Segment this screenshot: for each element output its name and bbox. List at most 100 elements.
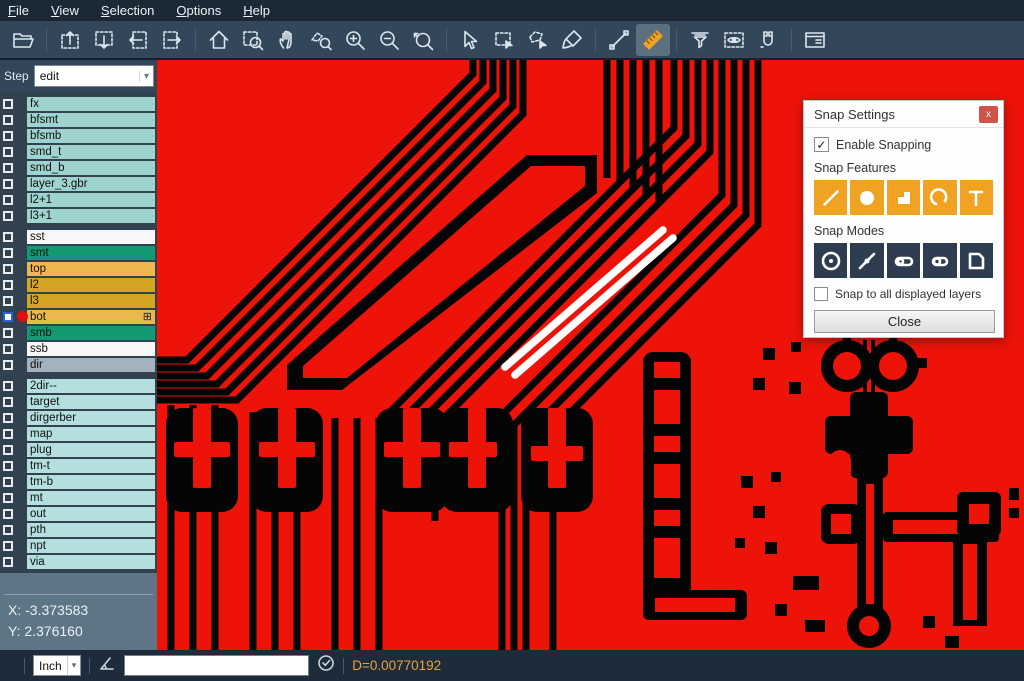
layer-color-band[interactable]: l3+1 ⊞ bbox=[27, 209, 155, 223]
snap-pad-button[interactable] bbox=[887, 180, 920, 215]
layer-visibility-checkbox[interactable] bbox=[3, 445, 13, 455]
snap-center-button[interactable] bbox=[814, 243, 847, 278]
pan-left-button[interactable] bbox=[121, 24, 155, 56]
layer-row[interactable]: l2+1 ⊞ bbox=[0, 192, 157, 207]
layer-visibility-checkbox[interactable] bbox=[3, 248, 13, 258]
layer-visibility-checkbox[interactable] bbox=[3, 397, 13, 407]
layer-color-band[interactable]: via ⊞ bbox=[27, 555, 155, 569]
layer-visibility-checkbox[interactable] bbox=[3, 381, 13, 391]
layer-visibility-checkbox[interactable] bbox=[3, 493, 13, 503]
layer-color-band[interactable]: map ⊞ bbox=[27, 427, 155, 441]
view-options-button[interactable] bbox=[717, 24, 751, 56]
layer-row[interactable]: l2 ⊞ bbox=[0, 277, 157, 292]
layer-visibility-checkbox[interactable] bbox=[3, 296, 13, 306]
zoom-window-button[interactable] bbox=[236, 24, 270, 56]
layer-visibility-checkbox[interactable] bbox=[3, 461, 13, 471]
filter-button[interactable] bbox=[683, 24, 717, 56]
measure-distance-button[interactable] bbox=[602, 24, 636, 56]
snap-arc-button[interactable] bbox=[923, 180, 956, 215]
layer-color-band[interactable]: smd_b ⊞ bbox=[27, 161, 155, 175]
open-folder-button[interactable] bbox=[6, 24, 40, 56]
layer-color-band[interactable]: target ⊞ bbox=[27, 395, 155, 409]
layer-visibility-checkbox[interactable] bbox=[3, 280, 13, 290]
layer-row[interactable]: via ⊞ bbox=[0, 554, 157, 569]
menu-item[interactable]: Selection bbox=[101, 3, 154, 18]
layer-color-band[interactable]: l2 ⊞ bbox=[27, 278, 155, 292]
snap-outline-button[interactable] bbox=[960, 243, 993, 278]
layer-row[interactable]: bot ⊞ bbox=[0, 309, 157, 324]
layer-color-band[interactable]: smb ⊞ bbox=[27, 326, 155, 340]
menu-item[interactable]: View bbox=[51, 3, 79, 18]
layer-row[interactable]: pth ⊞ bbox=[0, 522, 157, 537]
layer-visibility-checkbox[interactable] bbox=[3, 509, 13, 519]
layer-visibility-checkbox[interactable] bbox=[3, 477, 13, 487]
layer-visibility-checkbox[interactable] bbox=[3, 264, 13, 274]
select-polygon-button[interactable] bbox=[521, 24, 555, 56]
layer-color-band[interactable]: l2+1 ⊞ bbox=[27, 193, 155, 207]
layer-row[interactable]: smt ⊞ bbox=[0, 245, 157, 260]
layer-row[interactable]: top ⊞ bbox=[0, 261, 157, 276]
unit-select[interactable]: Inch ▾ bbox=[33, 655, 81, 676]
layer-row[interactable]: smd_t ⊞ bbox=[0, 144, 157, 159]
layer-row[interactable]: layer_3.gbr ⊞ bbox=[0, 176, 157, 191]
layer-color-band[interactable]: layer_3.gbr ⊞ bbox=[27, 177, 155, 191]
layer-visibility-checkbox[interactable] bbox=[3, 179, 13, 189]
apply-button[interactable] bbox=[317, 654, 335, 677]
layer-color-band[interactable]: out ⊞ bbox=[27, 507, 155, 521]
angle-mode-button[interactable] bbox=[98, 654, 116, 677]
zoom-previous-button[interactable] bbox=[406, 24, 440, 56]
zoom-in-button[interactable] bbox=[338, 24, 372, 56]
layer-color-band[interactable]: dirgerber ⊞ bbox=[27, 411, 155, 425]
snap-magnet-button[interactable] bbox=[751, 24, 785, 56]
layer-color-band[interactable]: plug ⊞ bbox=[27, 443, 155, 457]
layer-color-band[interactable]: dir ⊞ bbox=[27, 358, 155, 372]
layer-visibility-checkbox[interactable] bbox=[3, 557, 13, 567]
layer-row[interactable]: plug ⊞ bbox=[0, 442, 157, 457]
menu-item[interactable]: Help bbox=[243, 3, 270, 18]
layer-color-band[interactable]: smt ⊞ bbox=[27, 246, 155, 260]
layer-row[interactable]: map ⊞ bbox=[0, 426, 157, 441]
layer-visibility-checkbox[interactable] bbox=[3, 99, 13, 109]
layer-color-band[interactable]: bfsmb ⊞ bbox=[27, 129, 155, 143]
layer-row[interactable]: fx ⊞ bbox=[0, 96, 157, 111]
layer-row[interactable]: ssb ⊞ bbox=[0, 341, 157, 356]
layer-color-band[interactable]: pth ⊞ bbox=[27, 523, 155, 537]
layer-color-band[interactable]: l3 ⊞ bbox=[27, 294, 155, 308]
layer-color-band[interactable]: smd_t ⊞ bbox=[27, 145, 155, 159]
layer-visibility-checkbox[interactable] bbox=[3, 163, 13, 173]
layer-visibility-checkbox[interactable] bbox=[3, 211, 13, 221]
enable-snapping-checkbox[interactable]: ✓ bbox=[814, 137, 829, 152]
menu-item[interactable]: Options bbox=[176, 3, 221, 18]
select-brush-button[interactable] bbox=[555, 24, 589, 56]
pan-right-button[interactable] bbox=[155, 24, 189, 56]
snap-point-on-line-button[interactable] bbox=[850, 243, 883, 278]
layer-visibility-checkbox[interactable] bbox=[3, 344, 13, 354]
layer-color-band[interactable]: npt ⊞ bbox=[27, 539, 155, 553]
layer-visibility-checkbox[interactable] bbox=[3, 195, 13, 205]
snap-oblong-end-button[interactable] bbox=[887, 243, 920, 278]
layer-color-band[interactable]: sst ⊞ bbox=[27, 230, 155, 244]
snap-text-button[interactable] bbox=[960, 180, 993, 215]
layer-row[interactable]: smb ⊞ bbox=[0, 325, 157, 340]
snap-circle-button[interactable] bbox=[850, 180, 883, 215]
layer-row[interactable]: l3 ⊞ bbox=[0, 293, 157, 308]
layer-color-band[interactable]: 2dir-- ⊞ bbox=[27, 379, 155, 393]
layer-color-band[interactable]: bfsmt ⊞ bbox=[27, 113, 155, 127]
layer-row[interactable]: bfsmt ⊞ bbox=[0, 112, 157, 127]
layer-color-band[interactable]: tm-b ⊞ bbox=[27, 475, 155, 489]
layer-row[interactable]: tm-t ⊞ bbox=[0, 458, 157, 473]
layer-row[interactable]: bfsmb ⊞ bbox=[0, 128, 157, 143]
layer-color-band[interactable]: tm-t ⊞ bbox=[27, 459, 155, 473]
layer-visibility-checkbox[interactable] bbox=[3, 232, 13, 242]
layer-row[interactable]: dirgerber ⊞ bbox=[0, 410, 157, 425]
layer-visibility-checkbox[interactable] bbox=[3, 131, 13, 141]
layer-visibility-checkbox[interactable] bbox=[3, 312, 13, 322]
close-button[interactable]: Close bbox=[814, 310, 995, 333]
layer-visibility-checkbox[interactable] bbox=[3, 541, 13, 551]
layer-row[interactable]: dir ⊞ bbox=[0, 357, 157, 372]
layer-visibility-checkbox[interactable] bbox=[3, 525, 13, 535]
layer-visibility-checkbox[interactable] bbox=[3, 360, 13, 370]
close-icon[interactable]: x bbox=[979, 106, 998, 123]
snap-oblong-center-button[interactable] bbox=[923, 243, 956, 278]
layer-row[interactable]: sst ⊞ bbox=[0, 229, 157, 244]
